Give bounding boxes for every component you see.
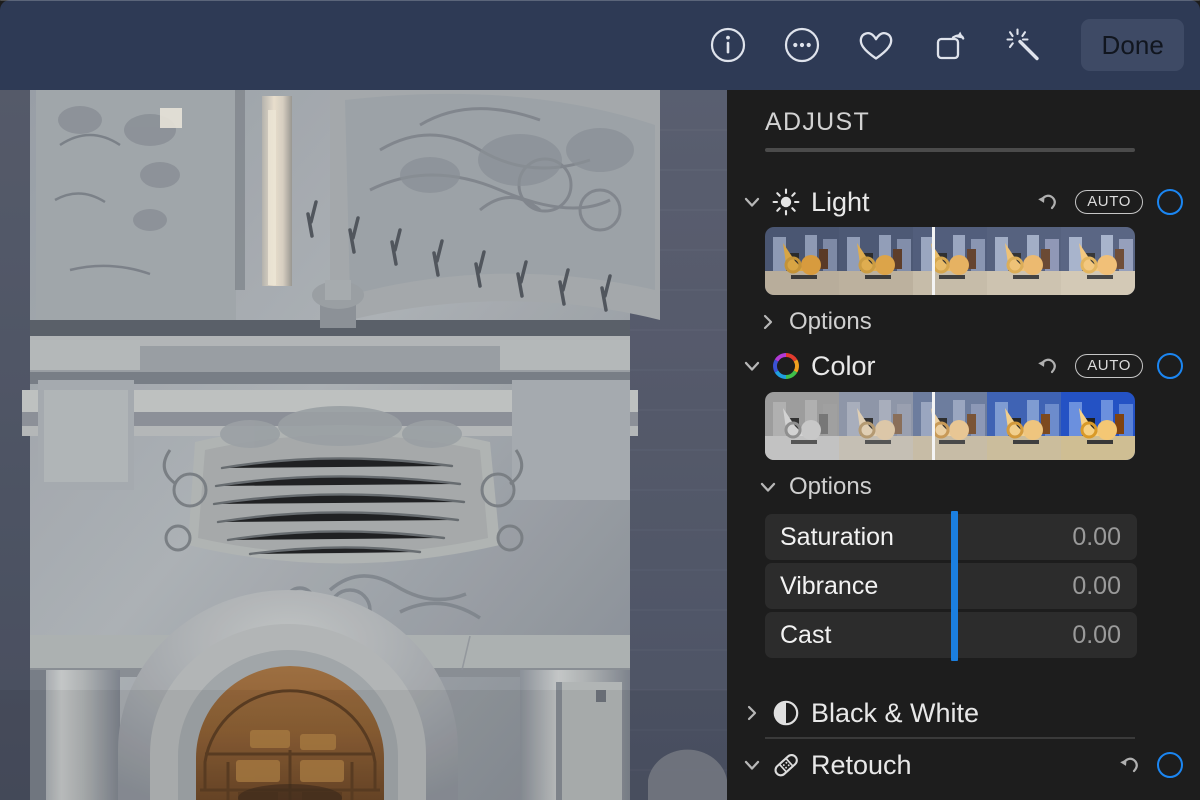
light-options-toggle[interactable]: Options [757, 306, 872, 338]
light-options-label: Options [789, 308, 872, 335]
rotate-button[interactable] [922, 17, 978, 73]
section-label-retouch: Retouch [811, 749, 912, 780]
auto-button-light[interactable]: AUTO [1075, 189, 1143, 215]
section-label-light: Light [811, 186, 870, 217]
bandage-icon [771, 750, 801, 780]
slider-saturation-value: 0.00 [1072, 522, 1121, 551]
auto-button-color[interactable]: AUTO [1075, 353, 1143, 379]
filmstrip-cell[interactable] [839, 392, 913, 460]
slider-vibrance[interactable]: Vibrance 0.00 [765, 560, 1137, 612]
panel-divider [765, 148, 1135, 152]
filmstrip-cell[interactable] [987, 227, 1061, 295]
revert-color-icon[interactable] [1035, 353, 1061, 379]
section-actions-retouch [1117, 752, 1189, 778]
color-wheel-icon [771, 352, 801, 380]
photo-preview[interactable] [0, 90, 727, 800]
color-options-label: Options [789, 473, 872, 500]
light-filmstrip[interactable] [765, 227, 1135, 295]
filmstrip-cell[interactable] [913, 227, 987, 295]
slider-cast[interactable]: Cast 0.00 [765, 609, 1137, 661]
slider-cast-value: 0.00 [1072, 620, 1121, 649]
contrast-circle-icon [771, 699, 801, 727]
done-button[interactable]: Done [1081, 19, 1184, 71]
slider-vibrance-label: Vibrance [780, 571, 879, 600]
filmstrip-cell[interactable] [987, 392, 1061, 460]
chevron-down-icon[interactable] [757, 477, 779, 497]
slider-vibrance-handle[interactable] [951, 560, 958, 612]
section-header-retouch[interactable]: Retouch [741, 745, 1189, 785]
chevron-right-icon[interactable] [757, 313, 779, 331]
section-header-black-and-white[interactable]: Black & White [741, 693, 1189, 733]
panel-title: ADJUST [765, 108, 871, 136]
filmstrip-cell[interactable] [765, 227, 839, 295]
info-button[interactable] [700, 17, 756, 73]
section-actions-light: AUTO [1035, 189, 1189, 215]
toggle-light[interactable] [1157, 189, 1183, 215]
section-divider [765, 737, 1135, 739]
filmstrip-cell[interactable] [1061, 392, 1135, 460]
section-actions-color: AUTO [1035, 353, 1189, 379]
favorite-button[interactable] [848, 17, 904, 73]
light-filmstrip-marker[interactable] [931, 227, 935, 295]
more-options-button[interactable] [774, 17, 830, 73]
adjust-panel: ADJUST Light AUTO Options Color AUTO Opt… [727, 90, 1200, 800]
slider-saturation-handle[interactable] [951, 511, 958, 563]
more-options-icon [782, 25, 822, 65]
filmstrip-cell[interactable] [765, 392, 839, 460]
color-filmstrip-marker[interactable] [931, 392, 935, 460]
chevron-down-icon[interactable] [741, 356, 763, 376]
slider-saturation-label: Saturation [780, 522, 894, 551]
chevron-right-icon[interactable] [741, 704, 763, 722]
favorite-heart-icon [855, 25, 897, 65]
color-options-toggle[interactable]: Options [757, 471, 872, 503]
toggle-retouch[interactable] [1157, 752, 1183, 778]
filmstrip-cell[interactable] [1061, 227, 1135, 295]
auto-enhance-icon [1003, 24, 1045, 66]
info-icon [708, 25, 748, 65]
chevron-down-icon[interactable] [741, 755, 763, 775]
slider-saturation[interactable]: Saturation 0.00 [765, 511, 1137, 563]
section-header-light[interactable]: Light AUTO [741, 182, 1189, 222]
filmstrip-cell[interactable] [839, 227, 913, 295]
rotate-icon [929, 25, 971, 65]
photo-image [0, 90, 727, 800]
toggle-color[interactable] [1157, 353, 1183, 379]
color-filmstrip[interactable] [765, 392, 1135, 460]
section-header-color[interactable]: Color AUTO [741, 346, 1189, 386]
auto-enhance-button[interactable] [996, 17, 1052, 73]
slider-cast-handle[interactable] [951, 609, 958, 661]
section-label-color: Color [811, 350, 876, 381]
done-button-label: Done [1101, 29, 1164, 60]
revert-light-icon[interactable] [1035, 189, 1061, 215]
editor-toolbar: Done [0, 0, 1200, 90]
filmstrip-cell[interactable] [913, 392, 987, 460]
chevron-down-icon[interactable] [741, 192, 763, 212]
photos-editor-window: Done ADJUST Light AUTO Options Color AUT… [0, 0, 1200, 800]
sun-icon [771, 188, 801, 216]
revert-retouch-icon[interactable] [1117, 752, 1143, 778]
slider-cast-label: Cast [780, 620, 832, 649]
slider-vibrance-value: 0.00 [1072, 571, 1121, 600]
section-label-black-and-white: Black & White [811, 697, 980, 728]
